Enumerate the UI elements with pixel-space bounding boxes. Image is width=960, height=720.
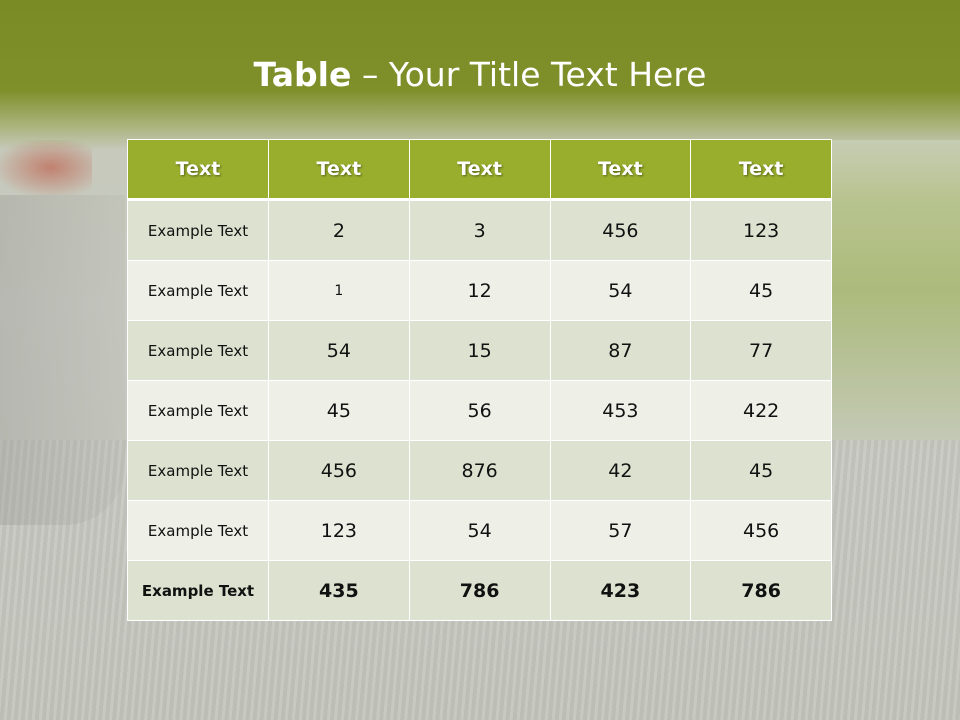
- header-cell: Text: [690, 139, 832, 201]
- header-cell: Text: [408, 139, 551, 201]
- table-cell: 45: [690, 260, 832, 321]
- background-car: [0, 195, 125, 525]
- row-label: Example Text: [127, 320, 269, 381]
- table-cell: 15: [408, 320, 551, 381]
- table-cell: 77: [690, 320, 832, 381]
- row-label: Example Text: [127, 260, 269, 321]
- row-label: Example Text: [127, 500, 269, 561]
- table-cell: 435: [268, 560, 410, 621]
- table-cell: 57: [549, 500, 692, 561]
- table-row: Example Text 123 54 57 456: [127, 500, 832, 561]
- background-grass: [830, 140, 960, 440]
- table-cell: 1: [268, 260, 410, 321]
- title-bold: Table: [253, 55, 352, 94]
- table-cell: 123: [690, 199, 832, 261]
- table-cell: 786: [408, 560, 551, 621]
- table-cell: 123: [268, 500, 410, 561]
- title-rest: – Your Title Text Here: [351, 55, 707, 94]
- table-cell: 45: [268, 380, 410, 441]
- table-cell: 12: [408, 260, 551, 321]
- table-row: Example Text 1 12 54 45: [127, 260, 832, 321]
- data-table: Text Text Text Text Text Example Text 2 …: [127, 139, 832, 621]
- header-cell: Text: [549, 139, 692, 201]
- row-label: Example Text: [127, 380, 269, 441]
- table-row: Example Text 45 56 453 422: [127, 380, 832, 441]
- table-cell: 2: [268, 199, 410, 261]
- table-cell: 453: [549, 380, 692, 441]
- table-cell: 456: [549, 199, 692, 261]
- table-cell: 3: [408, 199, 551, 261]
- background-taillight: [0, 140, 92, 195]
- table-cell: 54: [268, 320, 410, 381]
- header-cell: Text: [127, 139, 269, 201]
- table-cell: 876: [408, 440, 551, 501]
- table-row: Example Text 54 15 87 77: [127, 320, 832, 381]
- table-cell: 56: [408, 380, 551, 441]
- table-header-row: Text Text Text Text Text: [127, 139, 832, 201]
- row-label: Example Text: [127, 560, 269, 621]
- table-cell: 87: [549, 320, 692, 381]
- table-cell: 54: [408, 500, 551, 561]
- row-label: Example Text: [127, 440, 269, 501]
- row-label: Example Text: [127, 199, 269, 261]
- header-cell: Text: [268, 139, 410, 201]
- slide-title: Table – Your Title Text Here: [0, 55, 960, 94]
- table-cell: 786: [690, 560, 832, 621]
- table-cell: 42: [549, 440, 692, 501]
- table-cell: 45: [690, 440, 832, 501]
- table-row: Example Text 456 876 42 45: [127, 440, 832, 501]
- table-cell: 54: [549, 260, 692, 321]
- table-total-row: Example Text 435 786 423 786: [127, 560, 832, 621]
- table-cell: 456: [268, 440, 410, 501]
- table-cell: 422: [690, 380, 832, 441]
- table-cell: 423: [549, 560, 692, 621]
- table-row: Example Text 2 3 456 123: [127, 199, 832, 261]
- table-cell: 456: [690, 500, 832, 561]
